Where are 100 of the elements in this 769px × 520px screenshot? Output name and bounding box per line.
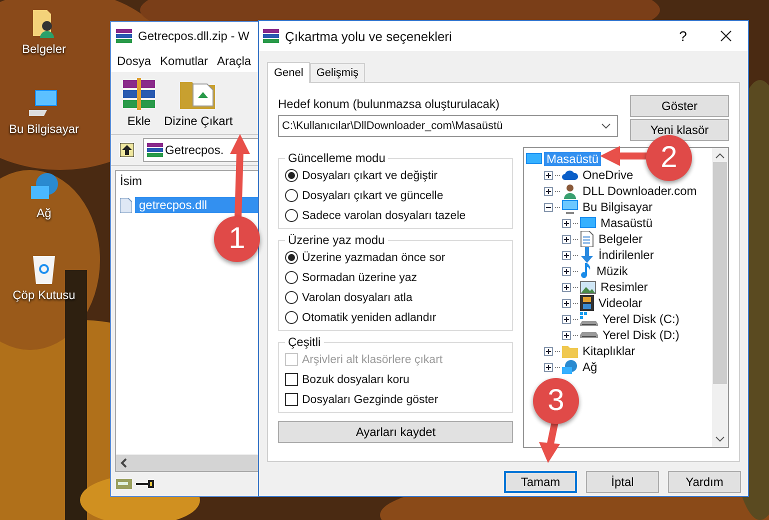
tree-item[interactable]: Masaüstü — [598, 216, 654, 230]
up-arrow-icon — [120, 143, 134, 157]
expand-toggle[interactable] — [562, 330, 572, 340]
minus-icon — [544, 202, 554, 212]
tree-item[interactable]: DLL Downloader.com — [580, 184, 699, 198]
plus-icon — [562, 234, 572, 244]
window-title: Çıkartma yolu ve seçenekleri — [285, 28, 453, 44]
path-field[interactable]: Getrecpos. — [143, 138, 258, 162]
tab[interactable]: Gelişmiş — [310, 63, 365, 82]
plus-icon — [562, 330, 572, 340]
music-note-icon — [580, 263, 592, 279]
expand-toggle[interactable] — [562, 250, 572, 260]
recycle-bin-icon[interactable] — [31, 254, 57, 284]
side-button[interactable]: Göster — [630, 95, 729, 117]
desktop-icon-label[interactable]: Ağ — [36, 206, 52, 220]
menu-item[interactable]: Komutlar — [160, 54, 208, 68]
field-label: Hedef konum (bulunmazsa oluşturulacak) — [278, 97, 500, 111]
books-icon — [116, 28, 132, 44]
desktop-icon-label[interactable]: Çöp Kutusu — [12, 288, 76, 302]
dialog-button[interactable]: Yardım — [668, 471, 741, 493]
tree-item[interactable]: OneDrive — [580, 168, 636, 182]
expand-toggle[interactable] — [544, 346, 554, 356]
menu-item[interactable]: Araçla — [217, 54, 252, 68]
tree-item[interactable]: Resimler — [598, 280, 650, 294]
column-header[interactable]: İsim — [120, 174, 142, 188]
plus-icon — [544, 346, 554, 356]
radio-button[interactable] — [285, 311, 298, 324]
film-icon — [580, 295, 594, 311]
expand-toggle[interactable] — [562, 234, 572, 244]
menu-item[interactable]: Dosya — [117, 54, 152, 68]
expand-toggle[interactable] — [544, 362, 554, 372]
expand-toggle[interactable] — [562, 282, 572, 292]
books-icon — [147, 142, 163, 158]
group-title: Üzerine yaz modu — [287, 233, 386, 247]
option-label[interactable]: Varolan dosyaları atla — [302, 292, 412, 304]
person-icon — [562, 183, 578, 199]
option-label[interactable]: Dosyaları çıkart ve güncelle — [302, 190, 444, 202]
checkbox[interactable] — [285, 373, 298, 386]
expand-toggle[interactable] — [562, 298, 572, 308]
radio-button[interactable] — [285, 209, 298, 222]
desktop-icon-label[interactable]: Belgeler — [22, 42, 66, 56]
books-icon — [263, 28, 279, 44]
help-button[interactable]: ? — [668, 22, 698, 50]
option-label[interactable]: Üzerine yazmadan önce sor — [302, 252, 446, 264]
toolbar-button[interactable]: Ekle — [119, 76, 159, 130]
document-icon — [580, 231, 594, 247]
expand-toggle[interactable] — [562, 314, 572, 324]
radio-button[interactable] — [285, 251, 298, 264]
desktop-icon-label[interactable]: Bu Bilgisayar — [8, 122, 80, 136]
dialog-button[interactable]: Tamam — [504, 471, 577, 493]
plus-icon — [544, 362, 554, 372]
radio-button[interactable] — [285, 189, 298, 202]
expand-toggle[interactable] — [544, 170, 554, 180]
tree-item[interactable]: Yerel Disk (D:) — [600, 328, 682, 342]
computer-icon[interactable] — [29, 90, 59, 118]
side-button[interactable]: Yeni klasör — [630, 119, 729, 141]
plus-icon — [544, 170, 554, 180]
plus-icon — [562, 250, 572, 260]
drive-icon — [116, 479, 132, 489]
checkbox[interactable] — [285, 393, 298, 406]
tree-item[interactable]: İndirilenler — [596, 248, 656, 262]
radio-button[interactable] — [285, 169, 298, 182]
drive-icon — [580, 312, 598, 326]
books-icon — [122, 78, 156, 110]
computer-icon — [562, 200, 578, 214]
dialog-button[interactable]: İptal — [586, 471, 659, 493]
group-title: Güncelleme modu — [287, 151, 386, 165]
expand-toggle[interactable] — [562, 218, 572, 228]
network-icon[interactable] — [29, 172, 59, 202]
option-label[interactable]: Bozuk dosyaları koru — [302, 374, 410, 386]
tree-item[interactable]: Kitaplıklar — [580, 344, 638, 358]
tree-item[interactable]: Belgeler — [596, 232, 644, 246]
plus-icon — [544, 186, 554, 196]
tree-item[interactable]: Yerel Disk (C:) — [600, 312, 682, 326]
group-title: Çeşitli — [287, 335, 322, 349]
radio-button[interactable] — [285, 291, 298, 304]
drive-icon — [580, 332, 598, 338]
expand-toggle[interactable] — [562, 266, 572, 276]
option-label[interactable]: Sadece varolan dosyaları tazele — [302, 210, 466, 222]
expand-toggle[interactable] — [544, 202, 554, 212]
path-dropdown[interactable]: C:\Kullanıcılar\DllDownloader_com\Masaüstü — [278, 115, 618, 137]
save-settings-button[interactable]: Ayarları kaydet — [278, 421, 514, 443]
radio-button[interactable] — [285, 271, 298, 284]
tree-item[interactable]: Videolar — [596, 296, 644, 310]
tree-item[interactable]: Ağ — [580, 360, 600, 374]
scrollbar[interactable] — [116, 454, 258, 471]
tree-item[interactable]: Bu Bilgisayar — [580, 200, 654, 214]
option-label[interactable]: Dosyaları çıkart ve değiştir — [302, 170, 438, 182]
tree-item[interactable]: Müzik — [594, 264, 630, 278]
up-button[interactable] — [117, 140, 137, 160]
plus-icon — [562, 282, 572, 292]
option-label[interactable]: Otomatik yeniden adlandır — [302, 312, 436, 324]
toolbar-button[interactable]: Dizine Çıkart — [161, 76, 236, 130]
monitor-icon — [526, 152, 542, 166]
option-label[interactable]: Sormadan üzerine yaz — [302, 272, 418, 284]
scrollbar[interactable] — [712, 148, 728, 447]
expand-toggle[interactable] — [544, 186, 554, 196]
option-label[interactable]: Dosyaları Gezginde göster — [302, 394, 438, 406]
close-icon — [720, 30, 732, 42]
tab[interactable]: Genel — [267, 62, 310, 83]
